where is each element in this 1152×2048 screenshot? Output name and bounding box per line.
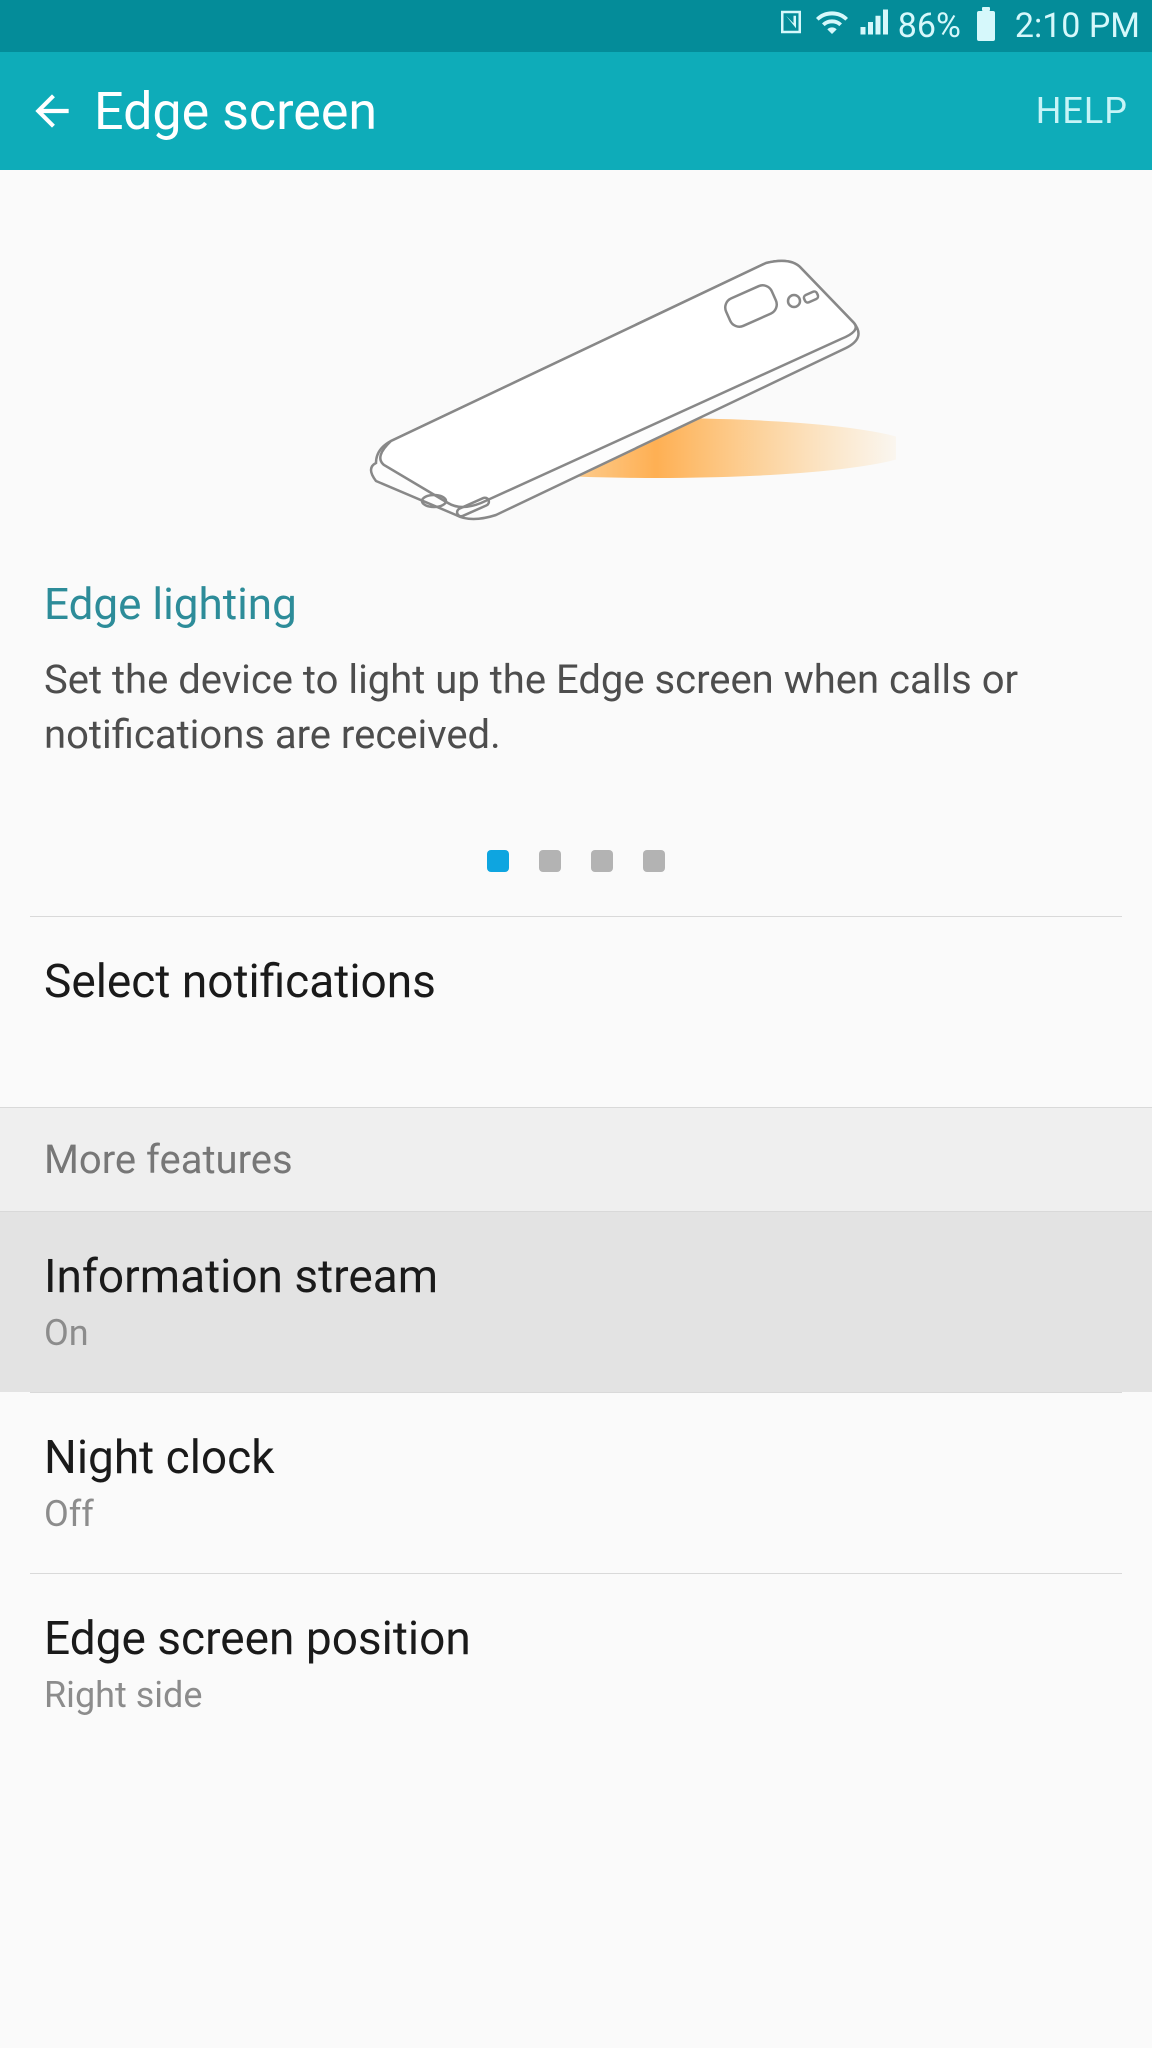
information-stream-item[interactable]: Information stream On (0, 1212, 1152, 1392)
phone-illustration (0, 188, 1152, 578)
pager-dot-4[interactable] (643, 850, 665, 872)
carousel-pager (0, 792, 1152, 916)
nfc-icon (776, 7, 806, 45)
carousel-description: Set the device to light up the Edge scre… (44, 652, 1108, 762)
edge-screen-position-item[interactable]: Edge screen position Right side (0, 1574, 1152, 1754)
app-bar: Edge screen HELP (0, 52, 1152, 170)
clock-time: 2:10 PM (1015, 6, 1140, 46)
battery-icon (977, 11, 995, 41)
status-bar: 86% 2:10 PM (0, 0, 1152, 52)
feature-carousel[interactable]: Edge lighting Set the device to light up… (0, 170, 1152, 916)
pager-dot-1[interactable] (487, 850, 509, 872)
signal-icon (858, 7, 888, 45)
night-clock-item[interactable]: Night clock Off (0, 1393, 1152, 1573)
select-notifications-label: Select notifications (44, 955, 1108, 1009)
pager-dot-3[interactable] (591, 850, 613, 872)
information-stream-status: On (44, 1312, 1108, 1354)
battery-percent: 86% (898, 6, 961, 46)
night-clock-label: Night clock (44, 1431, 1108, 1485)
night-clock-status: Off (44, 1493, 1108, 1535)
page-title: Edge screen (94, 81, 1036, 142)
section-header-more-features: More features (0, 1107, 1152, 1212)
pager-dot-2[interactable] (539, 850, 561, 872)
back-button[interactable] (24, 83, 80, 139)
help-button[interactable]: HELP (1036, 90, 1128, 132)
wifi-icon (816, 6, 848, 46)
edge-screen-position-status: Right side (44, 1674, 1108, 1716)
edge-screen-position-label: Edge screen position (44, 1612, 1108, 1666)
carousel-title: Edge lighting (44, 578, 1108, 630)
select-notifications-item[interactable]: Select notifications (0, 917, 1152, 1047)
information-stream-label: Information stream (44, 1250, 1108, 1304)
